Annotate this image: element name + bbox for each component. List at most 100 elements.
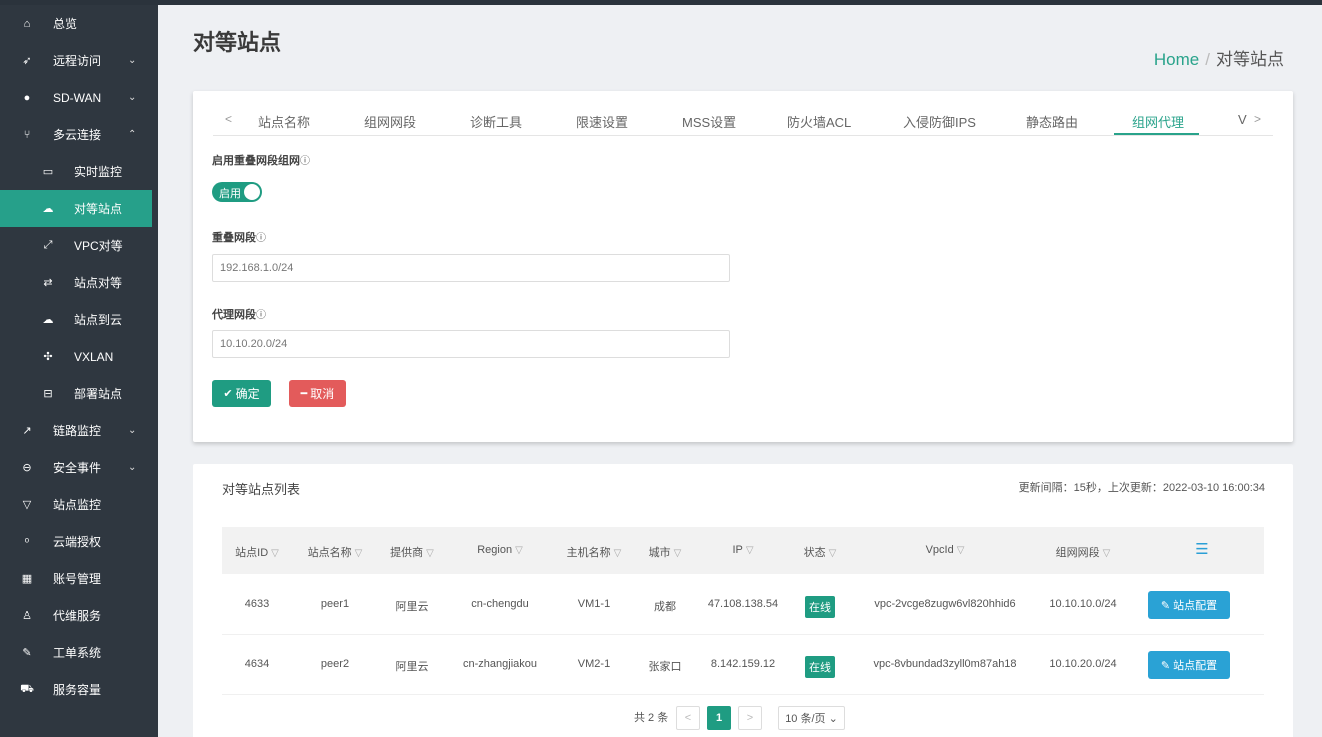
breadcrumb-current: 对等站点 (1216, 50, 1284, 69)
breadcrumb: Home / 对等站点 (1154, 45, 1284, 70)
info-icon: ⓘ (256, 310, 266, 321)
sidebar-nav: ⌂ 总览 ➶ 远程访问 ⌄ ● SD-WAN ⌄ ⑂ 多云连接 ⌃ ▭ 实时监控 ☁ 对等站点 ⤢ VPC对等 ⇄… (0, 5, 158, 708)
tab-next-arrow[interactable]: > (1254, 112, 1261, 126)
cell-ip: 47.108.138.54 (707, 598, 779, 610)
sidebar-item-label: 对等站点 (74, 202, 123, 216)
proxy-segment-input[interactable] (212, 330, 730, 358)
col-city[interactable]: 城市 ▽ (649, 544, 682, 560)
tab-rate-limit[interactable]: 限速设置 (576, 112, 628, 131)
minus-circle-icon: ⊖ (22, 462, 32, 474)
chevron-up-icon: ⌃ (128, 129, 137, 140)
sidebar-item-label: VPC对等 (74, 239, 123, 253)
tab-network-segment[interactable]: 组网网段 (364, 112, 416, 131)
sidebar-item-14[interactable]: ᵒ 云端授权 (0, 523, 158, 560)
sync-icon: ⇄ (43, 277, 53, 289)
home-icon: ⌂ (23, 17, 31, 30)
sidebar-item-0[interactable]: ⌂ 总览 (0, 5, 158, 42)
proxy-config-card: < 站点名称 组网网段 诊断工具 限速设置 MSS设置 防火墙ACL 入侵防御I… (193, 91, 1293, 442)
overlap-segment-label: 重叠网段ⓘ (212, 232, 266, 244)
col-ip[interactable]: IP ▽ (732, 544, 753, 556)
chevron-down-icon: ⌄ (128, 55, 137, 66)
sidebar-item-6[interactable]: ⤢ VPC对等 (0, 227, 158, 264)
filter-icon: ▽ (828, 548, 837, 559)
tab-network-proxy[interactable]: 组网代理 (1132, 112, 1184, 131)
network-icon: ✣ (43, 351, 53, 363)
table-row: 4634 peer2 阿里云 cn-zhangjiakou VM2-1 张家口 … (222, 635, 1264, 695)
sidebar-item-17[interactable]: ✎ 工单系统 (0, 634, 158, 671)
filter-icon: ▽ (613, 548, 622, 559)
col-status[interactable]: 状态 ▽ (804, 544, 837, 560)
site-config-button[interactable]: ✎ 站点配置 (1148, 651, 1230, 679)
cell-host-name: VM2-1 (577, 658, 611, 670)
sidebar-item-9[interactable]: ✣ VXLAN (0, 338, 158, 375)
sidebar-item-12[interactable]: ⊖ 安全事件 ⌄ (0, 449, 158, 486)
column-menu-icon[interactable]: ☰ (1195, 540, 1208, 558)
sidebar-item-10[interactable]: ⊟ 部署站点 (0, 375, 158, 412)
toggle-knob (244, 184, 260, 200)
cart-icon: ⛟ (20, 682, 34, 695)
info-icon: ⓘ (256, 233, 266, 244)
tab-static-route[interactable]: 静态路由 (1026, 112, 1078, 131)
user-icon: ♙ (22, 610, 32, 622)
filter-icon: ▽ (515, 545, 523, 556)
cancel-button[interactable]: ━ 取消 (289, 380, 346, 407)
sidebar-item-label: 云端授权 (53, 535, 102, 549)
col-vpcid[interactable]: VpcId ▽ (926, 544, 965, 556)
sidebar-item-11[interactable]: ↗ 链路监控 ⌄ (0, 412, 158, 449)
sidebar-item-label: 工单系统 (53, 646, 102, 660)
sidebar-item-8[interactable]: ☁ 站点到云 (0, 301, 158, 338)
grid-icon: ▦ (21, 573, 33, 585)
col-host-name[interactable]: 主机名称 ▽ (567, 544, 622, 560)
col-site-name[interactable]: 站点名称 ▽ (308, 544, 363, 560)
sidebar-item-18[interactable]: ⛟ 服务容量 (0, 671, 158, 708)
chart-icon: ↗ (22, 425, 32, 437)
refresh-info: 更新间隔：15秒，上次更新：2022-03-10 16:00:34 (1018, 482, 1265, 494)
tab-prev-arrow[interactable]: < (225, 112, 232, 126)
cell-ip: 8.142.159.12 (710, 658, 776, 670)
fork-icon: ⑂ (23, 128, 31, 141)
sidebar-item-5[interactable]: ☁ 对等站点 (0, 190, 152, 227)
overlap-segment-input[interactable] (212, 254, 730, 282)
tab-ips[interactable]: 入侵防御IPS (903, 112, 976, 131)
page-size-select[interactable]: 10 条/页 ⌄ (778, 706, 845, 730)
sidebar-item-16[interactable]: ♙ 代维服务 (0, 597, 158, 634)
sidebar-item-label: 站点监控 (53, 498, 102, 512)
site-config-button[interactable]: ✎ 站点配置 (1148, 591, 1230, 619)
tab-bar: < 站点名称 组网网段 诊断工具 限速设置 MSS设置 防火墙ACL 入侵防御I… (213, 91, 1273, 136)
sidebar-item-label: 总览 (53, 17, 78, 31)
pagination-prev-button[interactable]: < (676, 706, 700, 730)
filter-icon: ▽ (354, 548, 363, 559)
sidebar-item-4[interactable]: ▭ 实时监控 (0, 153, 158, 190)
table-header: 站点ID ▽ 站点名称 ▽ 提供商 ▽ Region ▽ 主机名称 ▽ 城市 ▽ IP ▽ 状… (222, 527, 1264, 574)
overlap-enable-toggle[interactable]: 启用 (212, 182, 262, 202)
chevron-down-icon: ⌄ (128, 425, 137, 436)
sidebar-item-label: 服务容量 (53, 683, 102, 697)
cell-vpcid: vpc-8vbundad3zyll0m87ah18 (873, 658, 1017, 670)
col-region[interactable]: Region ▽ (477, 544, 523, 556)
sidebar-item-13[interactable]: ▽ 站点监控 (0, 486, 158, 523)
status-badge: 在线 (805, 656, 835, 678)
sidebar-item-label: 站点到云 (74, 313, 123, 327)
confirm-button[interactable]: ✔ 确定 (212, 380, 271, 407)
cell-vpcid: vpc-2vcge8zugw6vl820hhid6 (874, 598, 1016, 610)
sidebar-item-3[interactable]: ⑂ 多云连接 ⌃ (0, 116, 158, 153)
tab-mss[interactable]: MSS设置 (682, 112, 736, 131)
pagination-next-button[interactable]: > (738, 706, 762, 730)
cloud-icon: ☁ (42, 203, 54, 215)
tab-diagnostics[interactable]: 诊断工具 (470, 112, 522, 131)
pagination-page-1[interactable]: 1 (707, 706, 731, 730)
tab-site-name[interactable]: 站点名称 (258, 112, 310, 131)
sidebar-item-2[interactable]: ● SD-WAN ⌄ (0, 79, 158, 116)
sidebar-item-7[interactable]: ⇄ 站点对等 (0, 264, 158, 301)
tab-firewall-acl[interactable]: 防火墙ACL (787, 112, 851, 131)
sidebar-item-15[interactable]: ▦ 账号管理 (0, 560, 158, 597)
proxy-segment-label: 代理网段ⓘ (212, 309, 266, 321)
minus-icon: ━ (300, 388, 308, 400)
col-segment[interactable]: 组网网段 ▽ (1056, 544, 1111, 560)
pagination-total: 共 2 条 (634, 712, 669, 724)
tab-v-truncated[interactable]: V (1238, 112, 1247, 127)
sidebar-item-1[interactable]: ➶ 远程访问 ⌄ (0, 42, 158, 79)
col-provider[interactable]: 提供商 ▽ (390, 544, 434, 560)
col-site-id[interactable]: 站点ID ▽ (235, 544, 279, 560)
breadcrumb-home-link[interactable]: Home (1154, 50, 1199, 69)
